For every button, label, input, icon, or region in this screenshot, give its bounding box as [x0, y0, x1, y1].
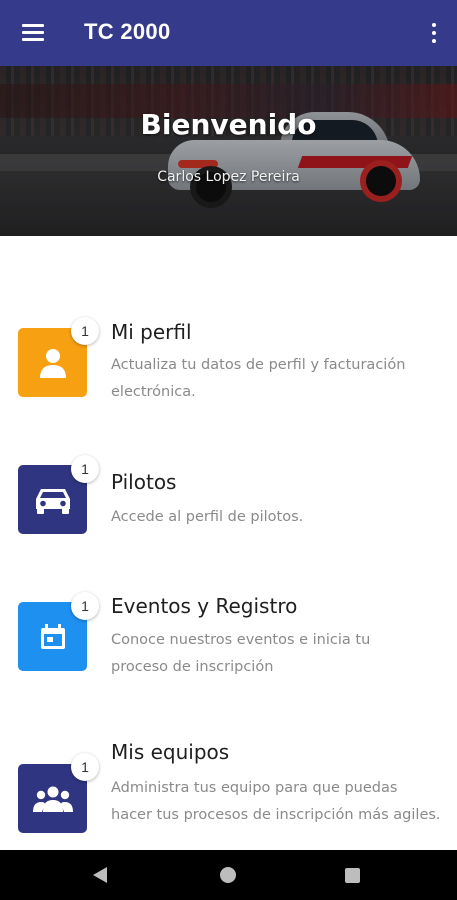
calendar-icon — [40, 623, 65, 649]
menu-item-mis-equipos[interactable]: 1 Mis equipos Administra tus equipo para… — [0, 735, 457, 850]
pilotos-title: Pilotos — [111, 470, 177, 494]
group-icon — [32, 786, 73, 812]
eventos-title: Eventos y Registro — [111, 594, 298, 618]
mi-perfil-description: Actualiza tu datos de perfil y facturaci… — [111, 357, 406, 400]
mi-perfil-badge: 1 — [71, 317, 99, 345]
mis-equipos-description: Administra tus equipo para que puedas ha… — [111, 780, 441, 823]
menu-item-mi-perfil[interactable]: 1 Mi perfil Actualiza tu datos de perfil… — [0, 310, 457, 420]
person-icon — [39, 348, 66, 378]
car-icon — [35, 488, 70, 514]
menu-item-eventos-registro[interactable]: 1 Eventos y Registro Conoce nuestros eve… — [0, 585, 457, 695]
user-name: Carlos Lopez Pereira — [157, 169, 300, 185]
menu-item-pilotos[interactable]: 1 Pilotos Accede al perfil de pilotos. — [0, 455, 457, 545]
mi-perfil-title: Mi perfil — [111, 320, 192, 344]
back-icon[interactable] — [93, 867, 107, 883]
system-nav-bar — [0, 850, 457, 900]
more-vert-icon[interactable] — [429, 20, 439, 46]
eventos-description: Conoce nuestros eventos e inicia tu proc… — [111, 632, 371, 675]
recents-icon[interactable] — [345, 868, 360, 883]
welcome-title: Bienvenido — [140, 108, 317, 141]
pilotos-badge: 1 — [71, 455, 99, 483]
eventos-badge: 1 — [71, 592, 99, 620]
home-icon[interactable] — [220, 867, 236, 883]
mis-equipos-title: Mis equipos — [111, 740, 230, 764]
pilotos-description: Accede al perfil de pilotos. — [111, 509, 304, 525]
hamburger-menu-icon[interactable] — [20, 22, 46, 44]
app-bar: TC 2000 — [0, 0, 457, 66]
mis-equipos-badge: 1 — [71, 753, 99, 781]
app-title: TC 2000 — [84, 19, 171, 44]
hero-banner: Bienvenido Carlos Lopez Pereira — [0, 66, 457, 236]
